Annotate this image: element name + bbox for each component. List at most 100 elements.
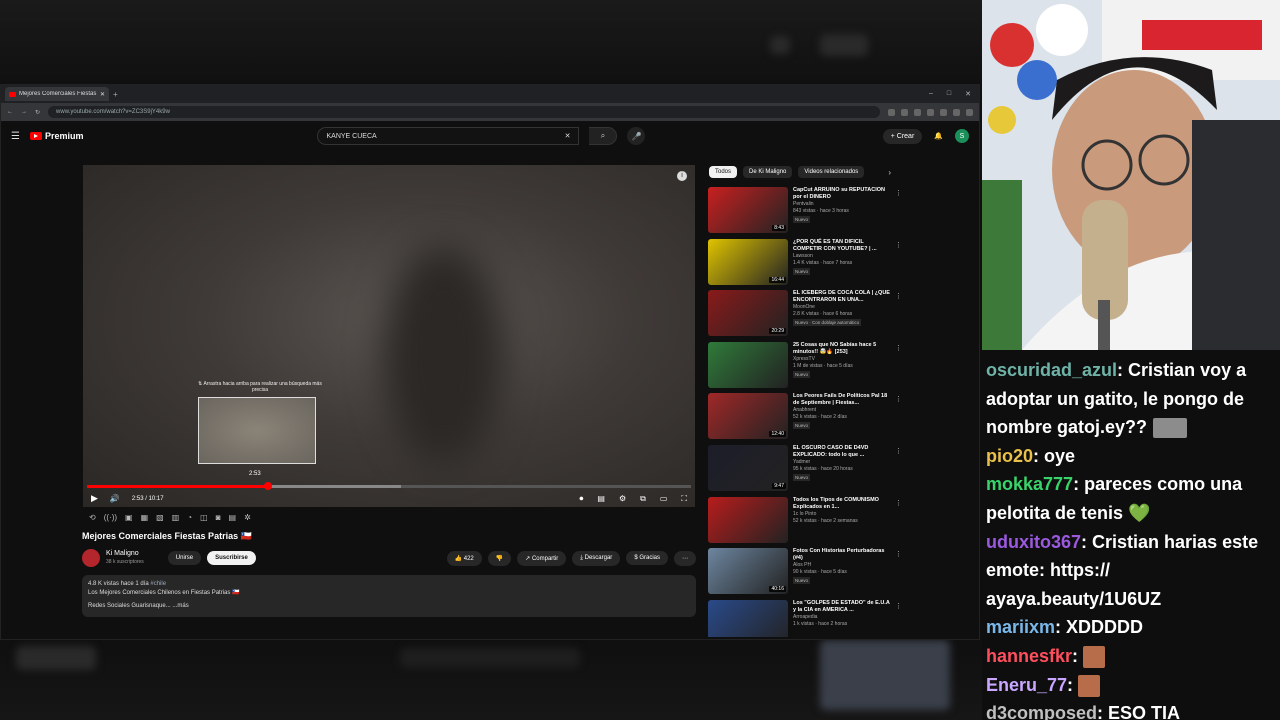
video-thumbnail[interactable]: [708, 599, 788, 637]
notifications-bell-icon[interactable]: 🔔: [934, 132, 943, 140]
chat-username[interactable]: hannesfkr: [986, 646, 1072, 666]
more-options-icon[interactable]: ⋮: [895, 447, 902, 455]
close-tab-icon[interactable]: ✕: [100, 91, 105, 98]
pip-icon[interactable]: ◫: [200, 513, 208, 522]
recommendation-title[interactable]: Los "GOLPES DE ESTADO" de E.U.A y la CIA…: [793, 600, 893, 614]
clear-search-icon[interactable]: ✕: [565, 132, 571, 140]
video-thumbnail[interactable]: 20:29: [708, 290, 788, 337]
create-button[interactable]: + Crear: [882, 128, 923, 144]
new-tab-icon[interactable]: +: [113, 90, 118, 99]
chat-username[interactable]: Eneru_77: [986, 675, 1067, 695]
more-options-icon[interactable]: ⋮: [895, 550, 902, 558]
recommendation-title[interactable]: ¿POR QUÉ ES TAN DIFICIL COMPETIR CON YOU…: [793, 239, 893, 253]
recommendation-channel[interactable]: Lawsson: [793, 253, 893, 260]
speed-icon[interactable]: ◔: [187, 513, 192, 522]
channel-name[interactable]: Ki Maligno: [106, 550, 144, 558]
recommendation-title[interactable]: Todos los Tipos de COMUNISMO Explicados …: [793, 497, 893, 511]
progress-bar[interactable]: [87, 482, 691, 490]
recommendation-channel[interactable]: Yadmer: [793, 459, 893, 466]
maximize-icon[interactable]: □: [947, 90, 951, 98]
download-button[interactable]: ⤓ Descargar: [572, 550, 621, 566]
video-thumbnail[interactable]: 40:16: [708, 548, 788, 595]
video-player[interactable]: i ⇅ Arrastra hacia arriba para realizar …: [83, 165, 695, 507]
recommendation-title[interactable]: Fotos Con Historias Perturbadoras (#4): [793, 548, 893, 562]
bookmark-star-icon[interactable]: [927, 108, 934, 116]
chat-username[interactable]: mariixm: [986, 617, 1055, 637]
recommendation-item[interactable]: 40:16 Fotos Con Historias Perturbadoras (…: [708, 548, 906, 600]
minimize-icon[interactable]: –: [929, 90, 933, 98]
hamburger-menu-icon[interactable]: ☰: [11, 131, 20, 142]
autoplay-toggle-icon[interactable]: ⏺: [579, 494, 583, 504]
extension-icon[interactable]: [901, 108, 908, 116]
recommendation-title[interactable]: EL ICEBERG DE COCA COLA | ¿QUE ENCONTRAR…: [793, 290, 893, 304]
more-options-icon[interactable]: ⋮: [895, 241, 902, 249]
more-options-icon[interactable]: ⋮: [895, 189, 902, 197]
user-avatar[interactable]: S: [955, 129, 969, 143]
more-options-icon[interactable]: ⋮: [895, 344, 902, 352]
camera-icon[interactable]: ◙: [216, 513, 221, 522]
recommendation-title[interactable]: EL OSCURO CASO DE D4VD EXPLICADO: todo l…: [793, 445, 893, 459]
recommendation-item[interactable]: 9:47 EL OSCURO CASO DE D4VD EXPLICADO: to…: [708, 444, 906, 497]
play-icon[interactable]: ▶: [91, 493, 98, 504]
url-field[interactable]: www.youtube.com/watch?v=ZC3S9jY4k9w: [48, 106, 880, 118]
settings-icon[interactable]: ✲: [244, 513, 251, 522]
video-thumbnail[interactable]: 9:47: [708, 444, 788, 491]
image-icon[interactable]: ▧: [156, 513, 164, 522]
thanks-button[interactable]: $ Gracias: [626, 551, 668, 565]
video-thumbnail[interactable]: 12:40: [708, 393, 788, 440]
more-options-icon[interactable]: ⋮: [895, 602, 902, 610]
more-options-icon[interactable]: ⋮: [895, 292, 902, 300]
volume-icon[interactable]: 🔊: [110, 494, 120, 503]
chevron-right-icon[interactable]: ›: [888, 168, 891, 177]
video-thumbnail[interactable]: 8:43: [708, 187, 788, 233]
chip-all[interactable]: Todos: [709, 166, 738, 178]
search-input[interactable]: KANYE CUECA ✕: [317, 127, 580, 145]
theater-mode-icon[interactable]: ▭: [660, 494, 668, 503]
forward-icon[interactable]: →: [21, 109, 27, 115]
chip-related[interactable]: Videos relacionados: [798, 166, 865, 178]
share-button[interactable]: ↗ Compartir: [517, 550, 567, 566]
recommendation-item[interactable]: 8:43 CapCut ARRUINO su REPUTACION por el …: [708, 187, 906, 239]
info-icon[interactable]: i: [677, 171, 687, 181]
voice-search-button[interactable]: 🎤: [627, 127, 646, 145]
recommendation-title[interactable]: 25 Cosas que NO Sabías hace 5 minutos!! …: [793, 342, 893, 356]
recommendation-title[interactable]: CapCut ARRUINO su REPUTACION por el DINE…: [793, 187, 893, 201]
search-button[interactable]: ⌕: [589, 127, 618, 145]
join-button[interactable]: Unirse: [167, 551, 202, 565]
fullscreen-icon[interactable]: ⛶: [681, 494, 687, 504]
recommendation-item[interactable]: 20:29 EL ICEBERG DE COCA COLA | ¿QUE ENCO…: [708, 290, 906, 342]
grid-icon[interactable]: ▥: [172, 513, 180, 522]
recommendation-channel[interactable]: Anabhrent: [793, 407, 893, 414]
youtube-logo[interactable]: Premium: [29, 131, 83, 141]
extension-icon[interactable]: [914, 108, 921, 116]
menu-dots-icon[interactable]: [966, 108, 973, 116]
description-box[interactable]: 4.8 K vistas hace 1 día #chile Los Mejor…: [82, 575, 696, 617]
chat-username[interactable]: pio20: [986, 446, 1033, 466]
profile-icon[interactable]: [953, 108, 960, 116]
recommendation-item[interactable]: Los "GOLPES DE ESTADO" de E.U.A y la CIA…: [708, 599, 906, 637]
more-options-icon[interactable]: ⋮: [895, 395, 902, 403]
recommendation-channel[interactable]: Alos PH: [793, 562, 893, 569]
browser-tab[interactable]: Mejores Comerciales Fiestas Patrias ✕: [5, 87, 109, 101]
calendar-icon[interactable]: ▦: [141, 513, 149, 522]
scrubber-handle[interactable]: [264, 482, 273, 490]
reload-icon[interactable]: ↻: [35, 109, 40, 116]
captions-icon[interactable]: ▤: [229, 513, 237, 522]
video-thumbnail[interactable]: [708, 341, 788, 388]
recommendation-channel[interactable]: XpressTV: [793, 356, 893, 363]
channel-avatar[interactable]: [82, 549, 100, 567]
dislike-button[interactable]: 👎: [487, 550, 512, 566]
screenshot-icon[interactable]: ▣: [125, 513, 133, 522]
chip-channel[interactable]: De Ki Maligno: [743, 166, 793, 178]
loop-icon[interactable]: ⟲: [89, 513, 96, 522]
recommendation-item[interactable]: Todos los Tipos de COMUNISMO Explicados …: [708, 496, 906, 549]
subtitles-icon[interactable]: ▤: [597, 494, 605, 503]
show-more-link[interactable]: ...más: [172, 603, 188, 609]
recommendation-item[interactable]: 12:40 Los Peores Fails De Políticos Pal 1…: [708, 393, 906, 445]
chat-username[interactable]: mokka777: [986, 474, 1073, 494]
more-options-icon[interactable]: ⋮: [895, 499, 902, 507]
recommendation-title[interactable]: Los Peores Fails De Políticos Pal 18 de …: [793, 393, 893, 407]
subscribe-button[interactable]: Suscribirse: [207, 551, 256, 565]
chat-username[interactable]: oscuridad_azul: [986, 360, 1117, 380]
recommendation-item[interactable]: 25 Cosas que NO Sabías hace 5 minutos!! …: [708, 341, 906, 394]
